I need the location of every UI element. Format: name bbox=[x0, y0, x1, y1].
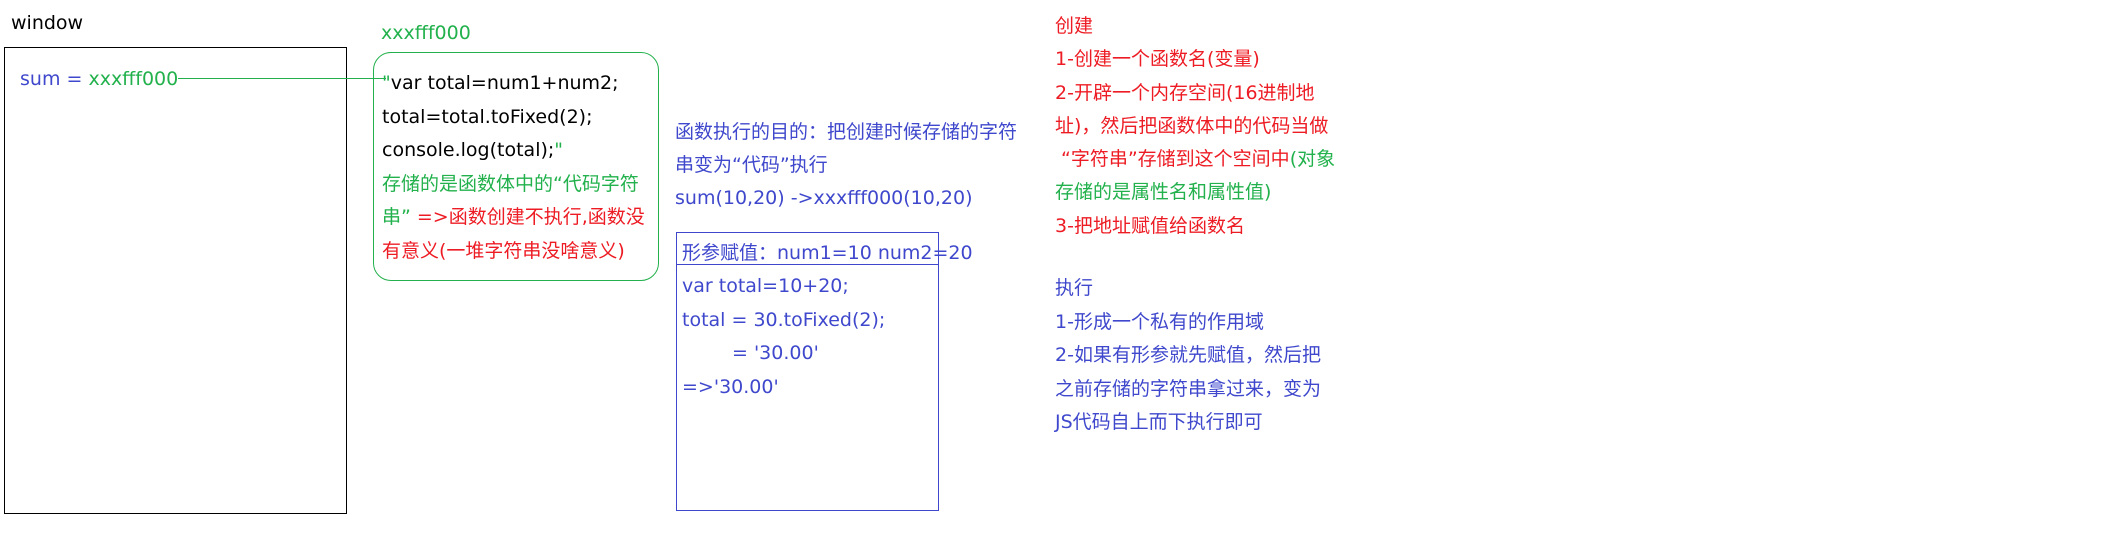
create-step-2-line-3: “字符串”存储到这个空间中(对象 bbox=[1061, 148, 1336, 171]
execute-steps: 执行 1-形成一个私有的作用域 2-如果有形参就先赋值，然后把 之前存储的字符串… bbox=[1055, 272, 1321, 440]
create-step-2-line-4: 存储的是属性名和属性值) bbox=[1055, 181, 1272, 204]
exec-line-4: =>'30.00' bbox=[682, 375, 779, 398]
execution-purpose-note: 函数执行的目的：把创建时候存储的字符 串变为“代码”执行 sum(10,20) … bbox=[675, 116, 1017, 215]
close-quote: " bbox=[554, 139, 564, 161]
private-scope-content: 形参赋值：num1=10 num2=20 var total=10+20; to… bbox=[682, 237, 973, 404]
sum-name: sum bbox=[20, 68, 61, 90]
exec-line-3: = '30.00' bbox=[732, 342, 819, 365]
execute-step-2-line-3: JS代码自上而下执行即可 bbox=[1055, 411, 1263, 433]
heap-content: "var total=num1+num2; total=total.toFixe… bbox=[382, 67, 645, 268]
create-steps: 创建 1-创建一个函数名(变量) 2-开辟一个内存空间(16进制地 址)，然后把… bbox=[1055, 10, 1335, 243]
heap-code-line-1: "var total=num1+num2; bbox=[382, 72, 619, 94]
execute-title: 执行 bbox=[1055, 277, 1094, 299]
exec-line-1: var total=10+20; bbox=[682, 275, 849, 298]
window-scope-box bbox=[4, 47, 347, 514]
execute-step-2-line-1: 2-如果有形参就先赋值，然后把 bbox=[1055, 344, 1321, 366]
window-scope-title: window bbox=[11, 12, 84, 34]
heap-note-line-2: 串” =>函数创建不执行,函数没 bbox=[382, 206, 645, 228]
heap-note-line-1: 存储的是函数体中的“代码字符 bbox=[382, 172, 639, 195]
open-quote: " bbox=[382, 72, 391, 94]
sum-variable: sum = xxxfff000 bbox=[20, 68, 178, 90]
purpose-line-3: sum(10,20) ->xxxfff000(10,20) bbox=[675, 187, 973, 209]
create-step-2-line-1: 2-开辟一个内存空间(16进制地 bbox=[1055, 81, 1315, 104]
create-title: 创建 bbox=[1055, 15, 1094, 37]
purpose-line-1: 函数执行的目的：把创建时候存储的字符 bbox=[675, 121, 1018, 143]
create-step-1: 1-创建一个函数名(变量) bbox=[1055, 48, 1260, 71]
execute-step-2-line-2: 之前存储的字符串拿过来，变为 bbox=[1055, 377, 1322, 400]
exec-line-2: total = 30.toFixed(2); bbox=[682, 308, 886, 331]
reference-connector-line bbox=[178, 78, 386, 79]
heap-note-line-3: 有意义(一堆字符串没啥意义) bbox=[382, 239, 625, 262]
create-step-3: 3-把地址赋值给函数名 bbox=[1055, 214, 1245, 237]
create-step-2-line-2: 址)，然后把函数体中的代码当做 bbox=[1055, 114, 1329, 137]
heap-address-label: xxxfff000 bbox=[381, 22, 471, 44]
param-assignment: 形参赋值：num1=10 num2=20 bbox=[682, 242, 973, 264]
sum-address: xxxfff000 bbox=[88, 68, 179, 90]
sum-equals: = bbox=[60, 68, 89, 90]
heap-code-line-2: total=total.toFixed(2); bbox=[382, 105, 593, 128]
execute-step-1: 1-形成一个私有的作用域 bbox=[1055, 310, 1264, 333]
purpose-line-2: 串变为“代码”执行 bbox=[675, 154, 828, 176]
heap-code-line-3: console.log(total);" bbox=[382, 139, 564, 161]
